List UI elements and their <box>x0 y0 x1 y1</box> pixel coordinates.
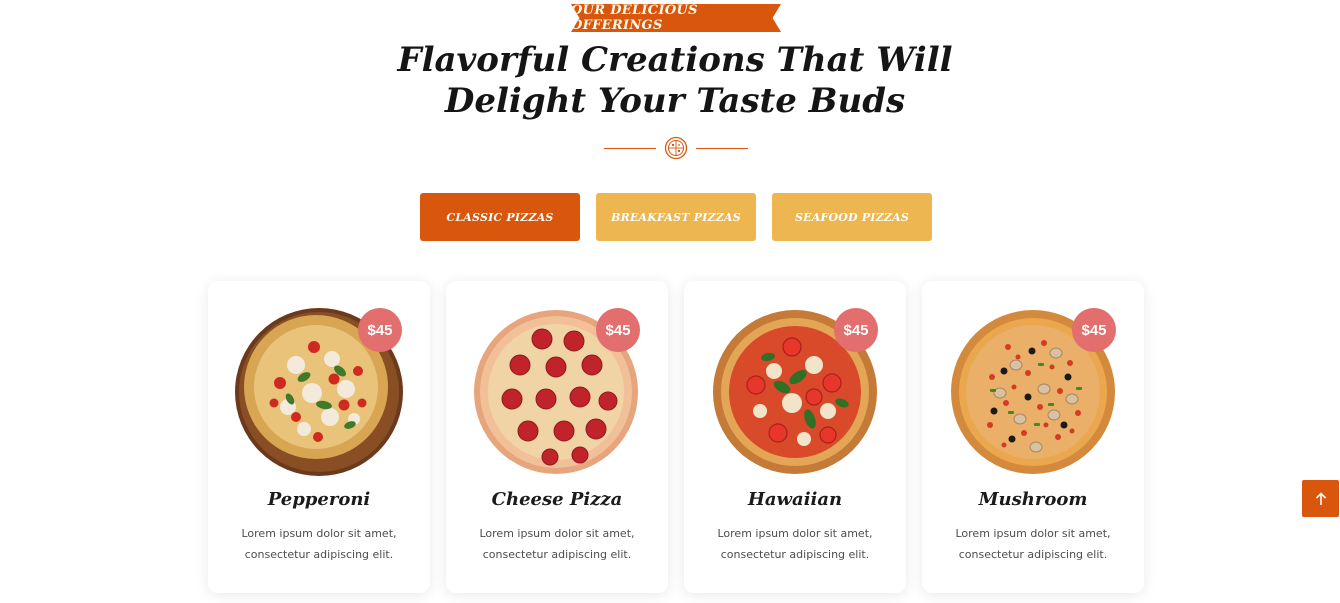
price-badge: $45 <box>358 308 402 352</box>
menu-card-mushroom[interactable]: $45 Mushroom Lorem ipsum dolor sit amet,… <box>922 281 1144 593</box>
title-divider <box>604 136 748 162</box>
divider-line-left <box>604 148 656 149</box>
item-description: Lorem ipsum dolor sit amet, consectetur … <box>479 527 635 561</box>
item-description: Lorem ipsum dolor sit amet, consectetur … <box>955 527 1111 561</box>
item-description: Lorem ipsum dolor sit amet, consectetur … <box>241 527 397 561</box>
price-badge: $45 <box>1072 308 1116 352</box>
item-name[interactable]: Hawaiian <box>684 489 906 510</box>
divider-line-right <box>696 148 748 149</box>
title-line-1: Flavorful Creations That Will <box>397 40 953 80</box>
menu-grid: $45 Pepperoni Lorem ipsum dolor sit amet… <box>208 281 1144 593</box>
pizza-icon <box>664 136 688 160</box>
price-badge: $45 <box>596 308 640 352</box>
tab-seafood-pizzas[interactable]: SEAFOOD PIZZAS <box>772 193 932 241</box>
eyebrow-label: OUR DELICIOUS OFFERINGS <box>571 3 698 33</box>
section-eyebrow: OUR DELICIOUS OFFERINGS <box>571 4 781 32</box>
scroll-to-top-button[interactable] <box>1302 480 1339 517</box>
item-name[interactable]: Mushroom <box>922 489 1144 510</box>
menu-card-pepperoni[interactable]: $45 Pepperoni Lorem ipsum dolor sit amet… <box>208 281 430 593</box>
section-title: Flavorful Creations That Will Delight Yo… <box>370 40 980 122</box>
title-line-2: Delight Your Taste Buds <box>444 81 906 121</box>
item-description: Lorem ipsum dolor sit amet, consectetur … <box>717 527 873 561</box>
item-name[interactable]: Pepperoni <box>208 489 430 510</box>
item-name[interactable]: Cheese Pizza <box>446 489 668 510</box>
price-badge: $45 <box>834 308 878 352</box>
menu-card-hawaiian[interactable]: $45 Hawaiian Lorem ipsum dolor sit amet,… <box>684 281 906 593</box>
menu-card-cheese-pizza[interactable]: $45 Cheese Pizza Lorem ipsum dolor sit a… <box>446 281 668 593</box>
arrow-up-icon <box>1315 491 1326 505</box>
tab-classic-pizzas[interactable]: CLASSIC PIZZAS <box>420 193 580 241</box>
menu-tabs: CLASSIC PIZZAS BREAKFAST PIZZAS SEAFOOD … <box>420 193 932 241</box>
tab-breakfast-pizzas[interactable]: BREAKFAST PIZZAS <box>596 193 756 241</box>
